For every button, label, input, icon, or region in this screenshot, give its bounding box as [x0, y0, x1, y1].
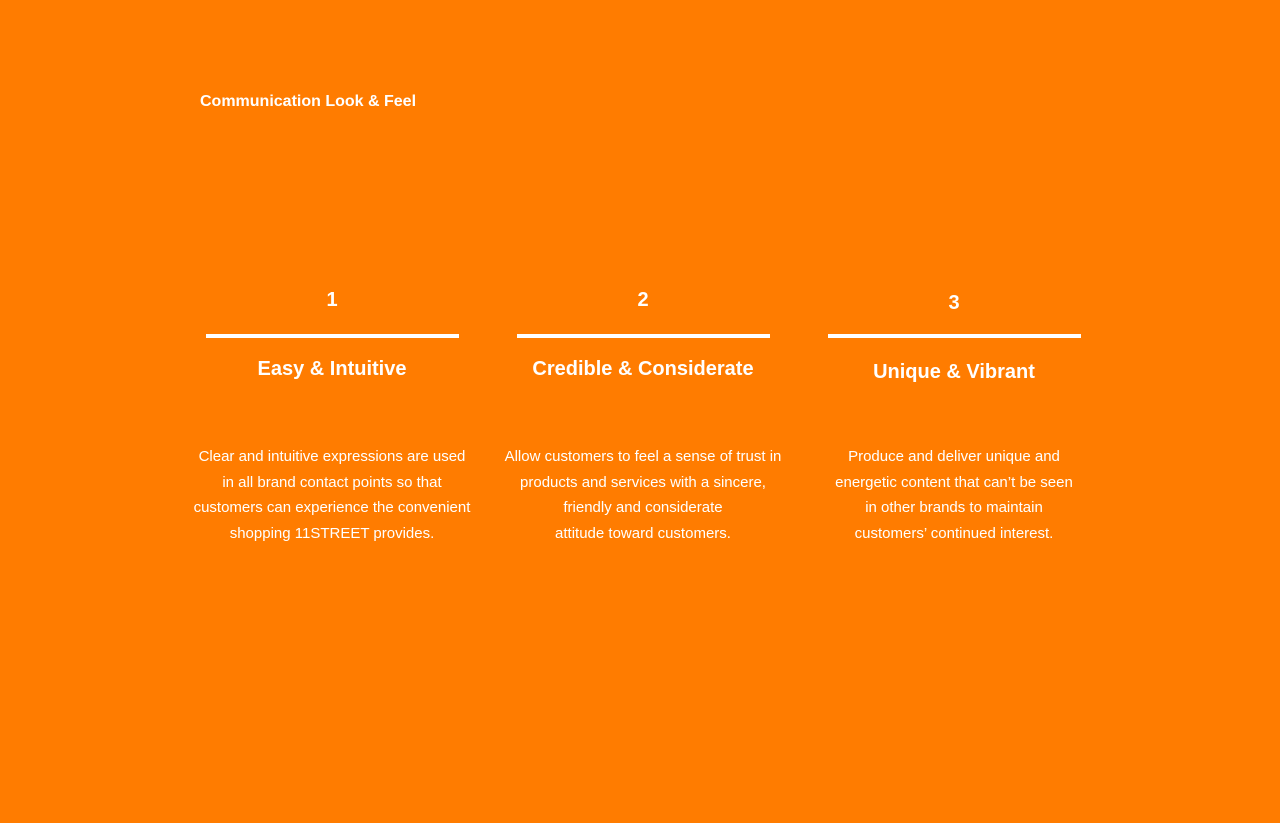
description-line: in other brands to maintain: [865, 499, 1043, 516]
principle-description: Produce and deliver unique and energetic…: [809, 444, 1099, 546]
description-line: products and services with a sincere,: [520, 473, 766, 491]
description-line: Produce and deliver unique and: [848, 448, 1060, 465]
principle-description: Clear and intuitive expressions are used…: [187, 444, 477, 546]
principle-column-unique-vibrant: 3 Unique & Vibrant Produce and deliver u…: [809, 286, 1099, 546]
description-line: Clear and intuitive expressions are used: [198, 448, 466, 465]
description-line: energetic content that can’t be seen: [835, 473, 1073, 491]
principle-number: 3: [948, 292, 960, 314]
description-line: attitude toward customers.: [555, 524, 731, 542]
page-title: Communication Look & Feel: [200, 93, 417, 110]
principle-column-credible-considerate: 2 Credible & Considerate Allow customers…: [498, 286, 788, 546]
description-line: friendly and considerate: [563, 499, 723, 516]
principle-title: Unique & Vibrant: [873, 361, 1035, 383]
description-line: shopping 11STREET provides.: [229, 524, 435, 542]
principle-number: 2: [637, 289, 649, 311]
principle-column-easy-intuitive: 1 Easy & Intuitive Clear and intuitive e…: [187, 286, 477, 546]
divider-line: [516, 334, 770, 338]
principle-title: Easy & Intuitive: [257, 358, 407, 380]
principle-number: 1: [326, 289, 338, 311]
description-line: customers’ continued interest.: [854, 524, 1054, 542]
divider-line: [827, 334, 1081, 338]
principle-description: Allow customers to feel a sense of trust…: [498, 444, 788, 546]
description-line: customers can experience the convenient: [193, 499, 471, 516]
description-line: Allow customers to feel a sense of trust…: [504, 448, 782, 465]
divider-line: [205, 334, 459, 338]
principle-title: Credible & Considerate: [532, 358, 754, 380]
description-line: in all brand contact points so that: [222, 473, 442, 491]
